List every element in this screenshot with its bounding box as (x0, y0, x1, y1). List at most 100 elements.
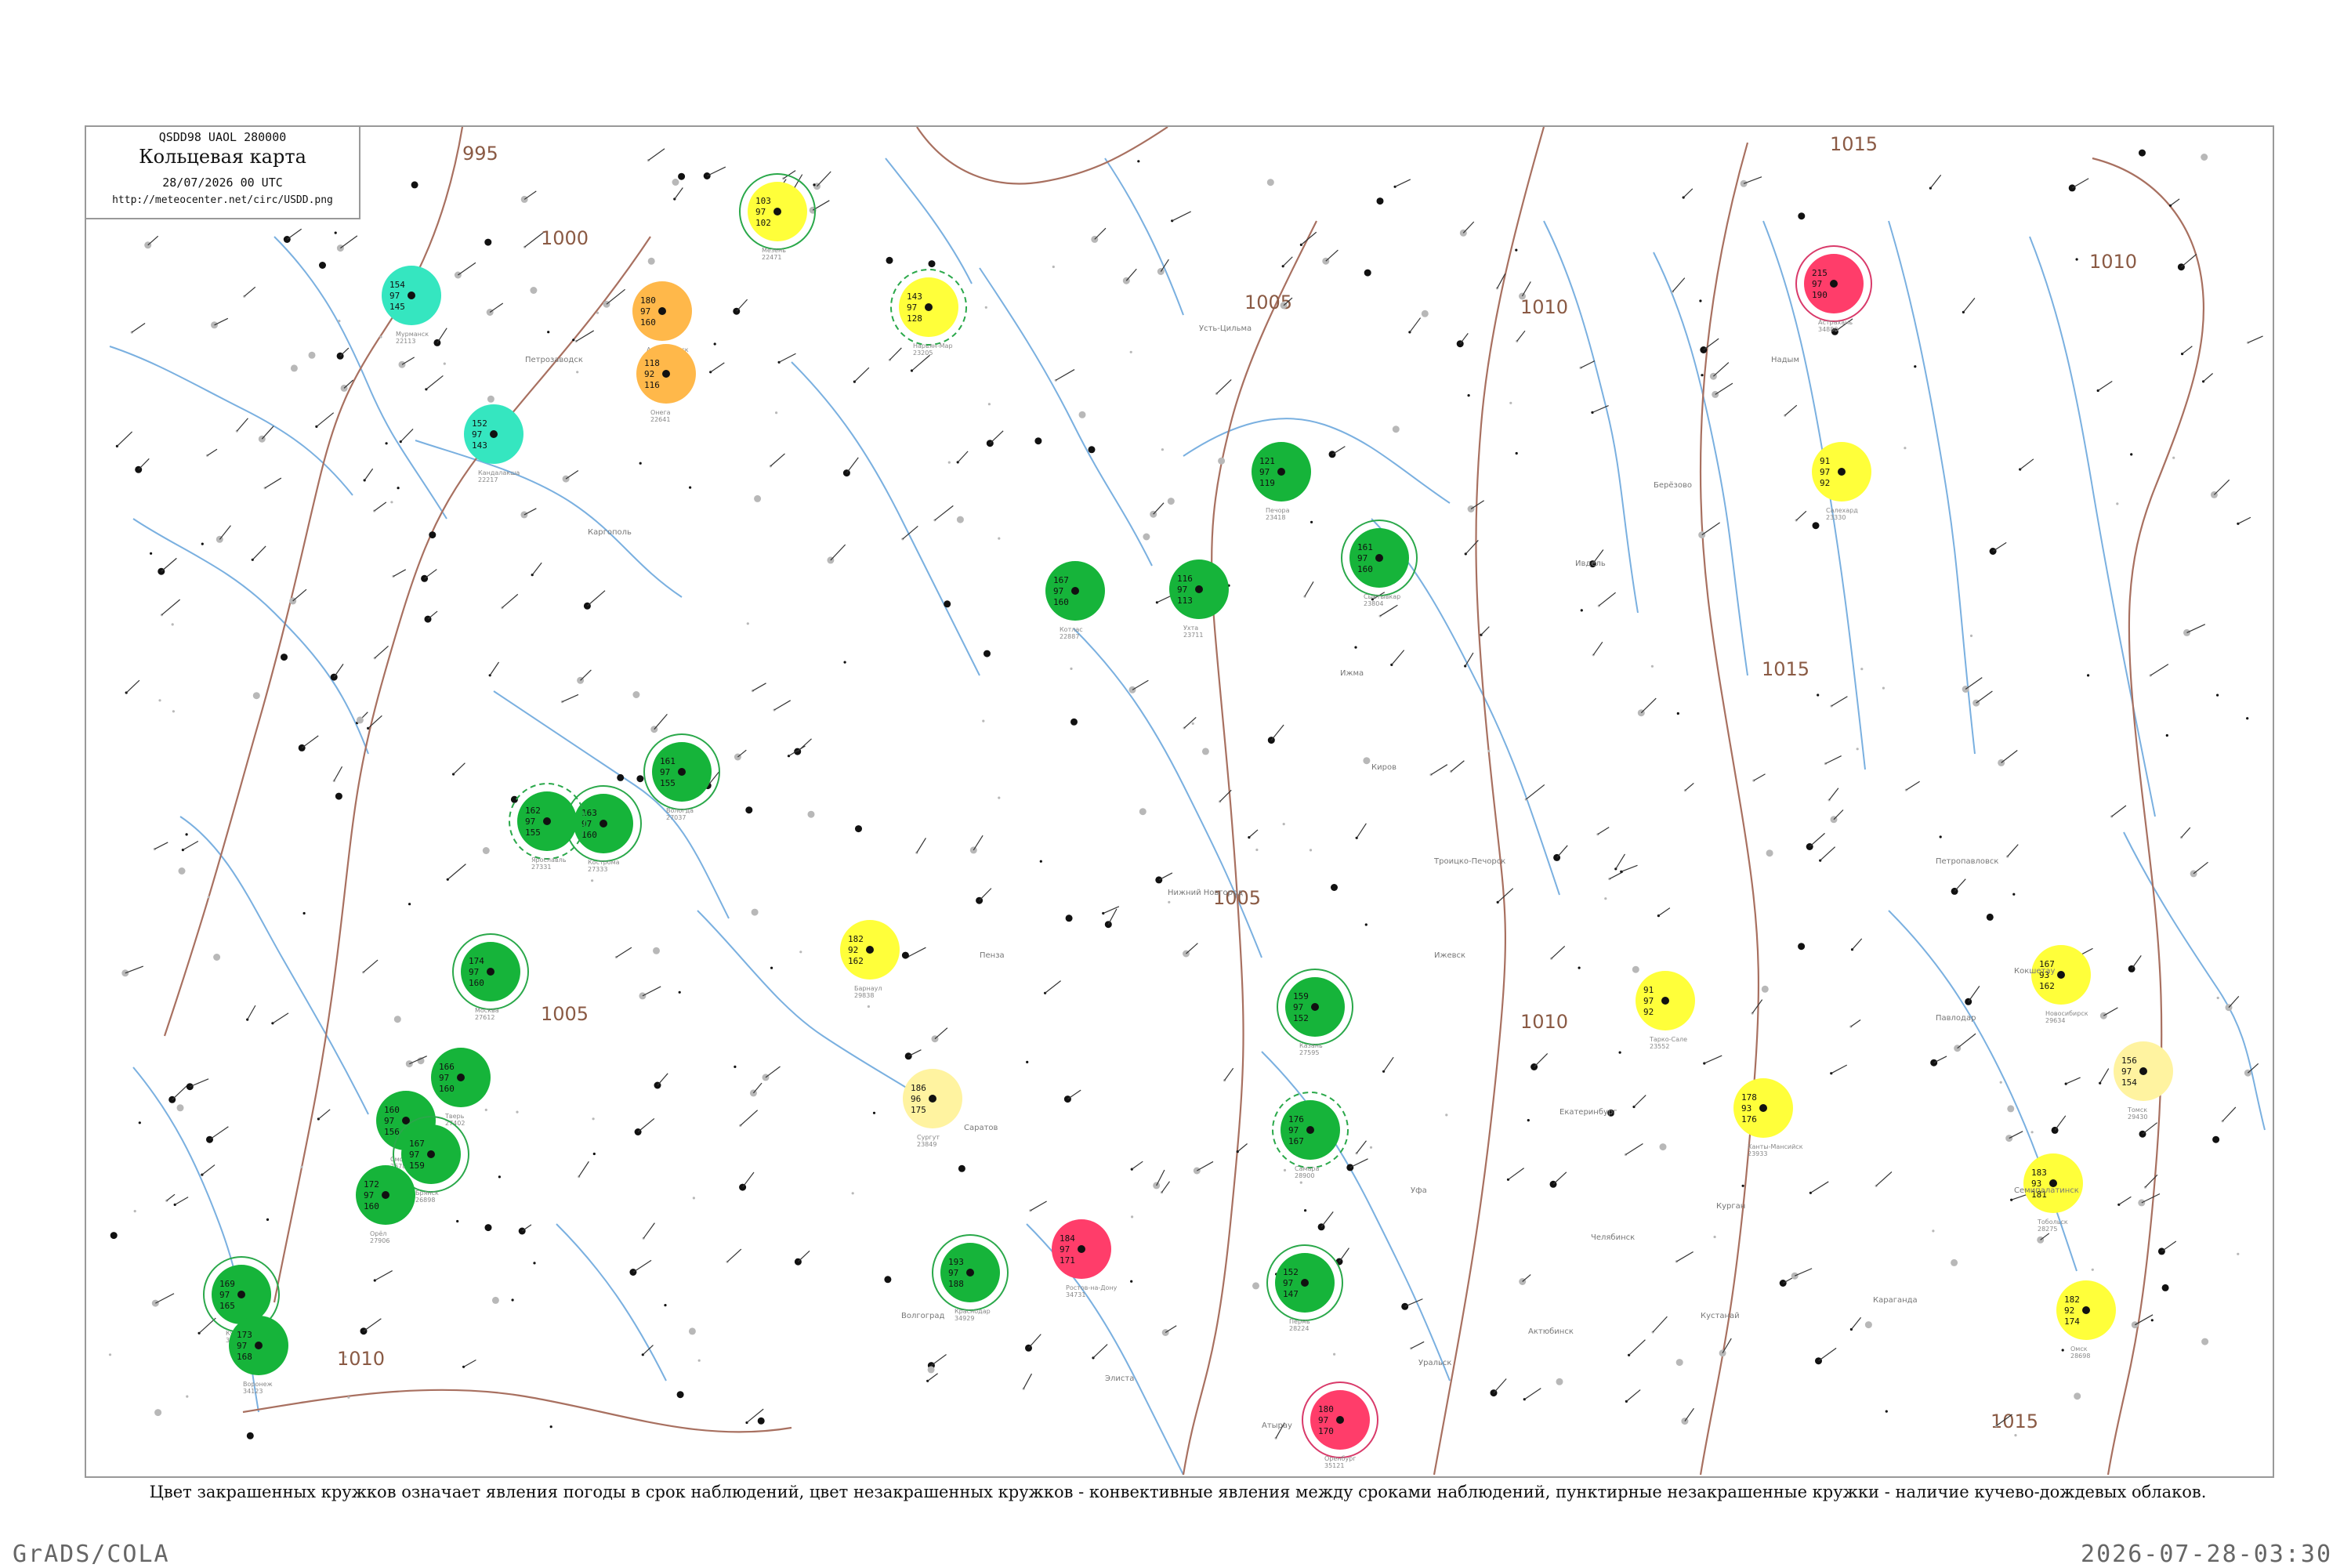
station-dot (281, 654, 288, 661)
station-dot (213, 954, 221, 961)
station-marker[interactable]: 15997152 Казань27595 (1277, 969, 1353, 1056)
station-marker[interactable]: 16197155 Вологда27037 (643, 733, 720, 821)
station-marker[interactable]: 18292174 Омск28698 (2056, 1280, 2116, 1360)
station-dewpoint: 160 (640, 317, 656, 328)
station-dot (639, 992, 647, 1000)
station-marker[interactable]: 919792 Тарко-Сале23552 (1636, 971, 1695, 1050)
station-marker[interactable]: 16793162Новосибирск29634 (2031, 945, 2091, 1024)
station-visibility: 97 (384, 1116, 394, 1126)
station-dot (1128, 686, 1136, 693)
station-marker[interactable]: 18097170 Оренбург35121 (1302, 1382, 1378, 1469)
place-name: Пенза (980, 951, 1005, 960)
station-marker[interactable]: 17297160 Орёл27906 (356, 1165, 415, 1244)
wind-barb (1831, 1064, 1848, 1074)
station-dot (739, 1183, 747, 1191)
wind-barb (973, 835, 984, 851)
station-visibility: 97 (1053, 586, 1063, 596)
station-index: 22471 (762, 254, 781, 261)
wind-barb (1030, 1200, 1047, 1211)
station-dot (998, 796, 1001, 799)
station-marker[interactable]: 11697113 Ухта23711 (1169, 559, 1229, 639)
station-dewpoint: 159 (409, 1161, 425, 1171)
map-canvas[interactable]: 995 1000 1005 1010 1015 1010 1015 1005 1… (86, 127, 2273, 1476)
station-marker[interactable]: 21597190 Астрахань34880 (1795, 245, 1872, 333)
wind-barb (437, 328, 447, 343)
wind-barb (889, 347, 902, 360)
wind-barb (2009, 1131, 2023, 1139)
station-marker[interactable]: 17697167 Самара28900 (1272, 1092, 1349, 1179)
station-marker[interactable]: 16697160Тверь27402 (431, 1048, 491, 1127)
station-dot (1143, 533, 1150, 541)
wind-barb (458, 262, 476, 276)
station-marker[interactable]: 15697154 Томск29430 (2114, 1041, 2173, 1121)
station-center-icon (457, 1074, 465, 1081)
wind-barb (934, 505, 954, 521)
station-marker[interactable]: 16797160 Котлас22887 (1045, 561, 1105, 640)
station-marker[interactable]: 11892116 Онега22641 (636, 344, 696, 423)
station-marker[interactable]: 16197160 Сыктывкар23804 (1341, 520, 1418, 607)
station-marker[interactable]: 10397102 Мезень22471 (739, 173, 816, 261)
station-dewpoint: 160 (439, 1084, 455, 1094)
station-dot (1632, 965, 1639, 973)
station-temperature: 154 (389, 280, 405, 290)
station-dot (1052, 265, 1055, 269)
wind-barb (317, 1109, 331, 1120)
wind-barb (1712, 362, 1730, 377)
station-marker[interactable]: 18497171 Ростов-на-Дону34731 (1052, 1219, 1118, 1298)
station-dot (1698, 531, 1706, 539)
station-dot (338, 320, 341, 323)
station-dot (1604, 897, 1607, 900)
wind-barb (642, 986, 661, 997)
wind-barb (264, 477, 282, 489)
place-name: Павлодар (1936, 1014, 1976, 1023)
station-marker[interactable]: 19397188 Краснодар34929 (932, 1234, 1009, 1322)
station-center-icon (487, 968, 494, 976)
station-dot (886, 256, 893, 264)
wind-barb (1534, 1052, 1549, 1067)
station-marker[interactable]: 17893176 Ханты-Мансийск23933 (1733, 1078, 1803, 1157)
map-url[interactable]: http://meteocenter.net/circ/USDD.png (86, 194, 359, 206)
station-marker[interactable]: 17497160 Москва27612 (452, 933, 529, 1021)
wind-barb (1023, 1373, 1033, 1389)
station-marker[interactable]: 18292162 Барнаул29838 (840, 920, 900, 999)
wind-barb (830, 544, 846, 561)
wind-barb (316, 412, 335, 427)
station-dot (1282, 823, 1285, 826)
station-marker[interactable]: 17397168 Воронеж34123 (229, 1316, 288, 1395)
station-index: 27331 (531, 864, 551, 871)
station-temperature: 91 (1820, 456, 1830, 466)
wind-barb (489, 302, 504, 313)
station-dot (775, 411, 778, 415)
station-dot (1882, 686, 1885, 690)
station-marker[interactable]: 12197119 Печора23418 (1252, 442, 1311, 521)
station-dot (1421, 310, 1429, 317)
station-dewpoint: 168 (237, 1352, 252, 1362)
station-marker[interactable]: 16297155 Ярославль27331 (509, 783, 585, 871)
wind-barb (209, 1126, 229, 1140)
station-marker[interactable]: 14397128 Нарьян-Мар23205 (890, 269, 967, 357)
wind-barb (648, 148, 665, 161)
station-dot (2005, 1135, 2013, 1143)
station-index: 23711 (1183, 632, 1203, 639)
station-dot (1487, 749, 1491, 753)
station-dot (799, 951, 802, 954)
station-dewpoint: 167 (1288, 1136, 1304, 1146)
isobar-label: 1010 (2089, 251, 2137, 273)
station-center-icon (600, 820, 607, 827)
station-marker[interactable]: 919792 Салехард23330 (1812, 442, 1871, 521)
station-marker[interactable]: 18696175 Сургут23849 (903, 1069, 962, 1148)
station-dot (290, 364, 298, 372)
station-dot (1939, 835, 1942, 838)
station-dot (176, 1104, 184, 1112)
station-marker[interactable]: 15497145 Мурманск22113 (382, 266, 441, 345)
station-marker[interactable]: 15297143 Кандалакша22217 (464, 404, 523, 483)
station-visibility: 97 (389, 291, 400, 301)
station-dot (319, 262, 326, 269)
station-temperature: 180 (1318, 1404, 1334, 1414)
station-dot (901, 951, 909, 959)
station-dot (958, 1164, 965, 1172)
station-dot (1445, 1114, 1448, 1117)
wind-barb (797, 1250, 810, 1262)
wind-barb (1818, 1347, 1837, 1362)
station-marker[interactable]: 15297147 Пермь28224 (1266, 1244, 1343, 1332)
